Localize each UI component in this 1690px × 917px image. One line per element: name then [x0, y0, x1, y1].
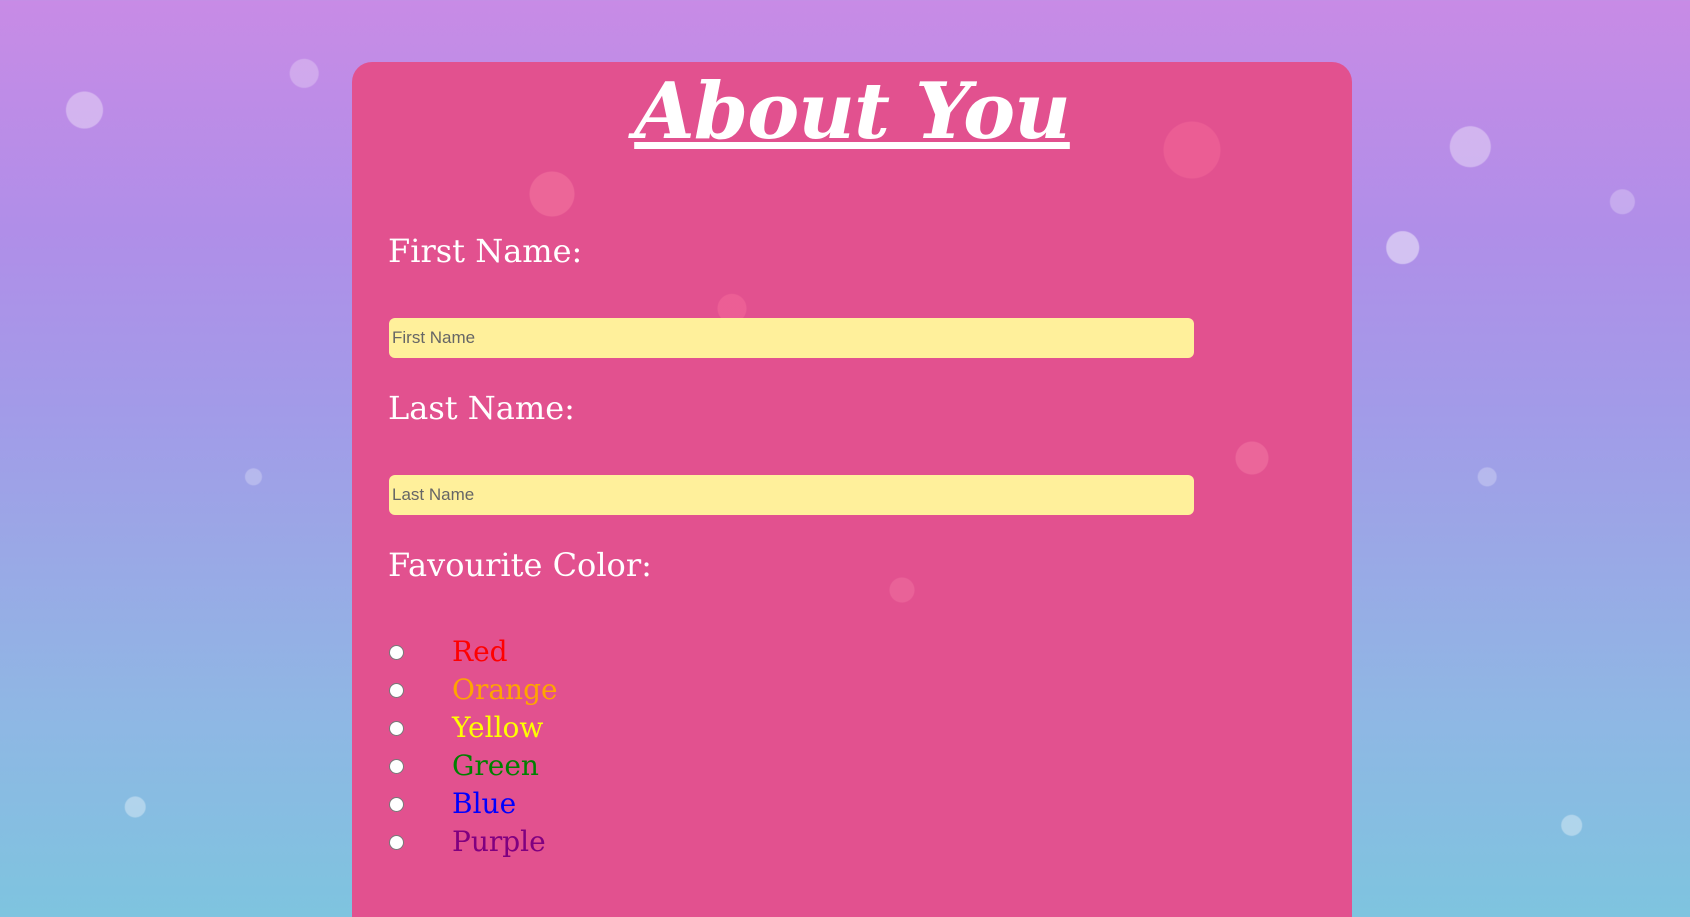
color-option-green[interactable]: Green: [389, 748, 539, 784]
radio-blue[interactable]: [389, 796, 404, 812]
first-name-label: First Name:: [388, 232, 583, 270]
color-label-blue: Blue: [452, 787, 517, 820]
page-title: About You: [634, 66, 1071, 157]
radio-purple[interactable]: [389, 834, 404, 850]
radio-red[interactable]: [389, 644, 404, 660]
color-option-purple[interactable]: Purple: [389, 824, 546, 860]
last-name-input[interactable]: [389, 475, 1194, 515]
color-option-yellow[interactable]: Yellow: [389, 710, 543, 746]
radio-orange[interactable]: [389, 682, 404, 698]
about-you-card: About You First Name: Last Name: Favouri…: [352, 62, 1352, 917]
first-name-input[interactable]: [389, 318, 1194, 358]
color-label-orange: Orange: [452, 673, 558, 706]
radio-yellow[interactable]: [389, 720, 404, 736]
color-option-blue[interactable]: Blue: [389, 786, 516, 822]
color-label-red: Red: [452, 635, 508, 668]
radio-green[interactable]: [389, 758, 404, 774]
color-label-purple: Purple: [452, 825, 546, 858]
favourite-color-label: Favourite Color:: [388, 546, 652, 584]
color-label-yellow: Yellow: [452, 711, 544, 744]
color-option-red[interactable]: Red: [389, 634, 508, 670]
last-name-label: Last Name:: [388, 389, 575, 427]
color-label-green: Green: [452, 749, 539, 782]
color-option-orange[interactable]: Orange: [389, 672, 558, 708]
